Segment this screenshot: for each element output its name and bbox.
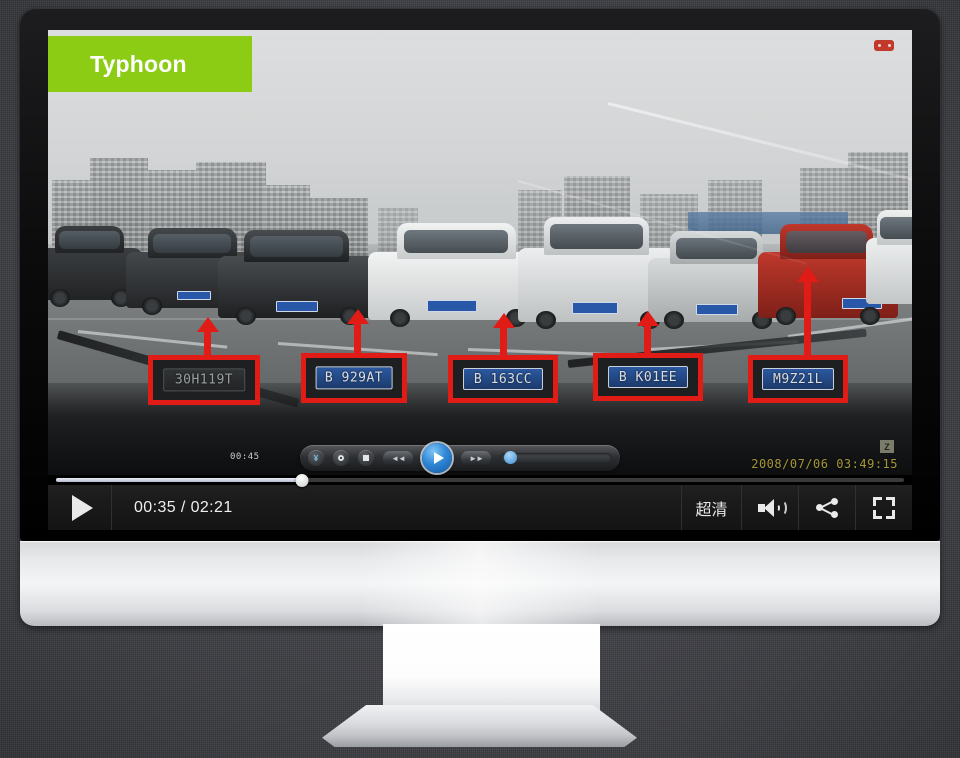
chin-gloss [360, 541, 600, 626]
fullscreen-icon [873, 496, 895, 519]
monitor: Typhoon 30H119T B 929AT B 163CC B K01EE … [20, 8, 940, 541]
plate-callout-box-3: B 163CC [448, 355, 558, 403]
dashcam-logo-icon: Z [880, 440, 894, 453]
dash-rewind-button[interactable]: ◄◄ [383, 450, 413, 466]
car-license-plate [275, 301, 318, 312]
parked-van [866, 210, 912, 304]
car-wheel [50, 289, 70, 307]
monitor-screen: Typhoon 30H119T B 929AT B 163CC B K01EE … [48, 30, 912, 530]
progress-bar[interactable] [48, 474, 912, 487]
car-window [153, 234, 232, 254]
fullscreen-button[interactable] [855, 485, 912, 530]
plate-callout-text-1: 30H119T [163, 368, 245, 392]
progress-track[interactable] [56, 474, 904, 487]
plate-callout-box-1: 30H119T [148, 355, 260, 405]
monitor-stand-base [322, 705, 637, 747]
share-icon [816, 497, 838, 518]
dash-play-button[interactable] [422, 443, 452, 473]
control-row: 00:35 / 02:21 超清 [48, 485, 912, 530]
plate-callout-text-5: M9Z21L [762, 367, 834, 391]
car-window [880, 216, 912, 240]
time-display: 00:35 / 02:21 [134, 498, 233, 516]
progress-fill [56, 478, 302, 482]
typhoon-banner-label: Typhoon [90, 50, 187, 77]
car-license-plate [695, 304, 738, 315]
plate-callout-box-4: B K01EE [593, 353, 703, 401]
share-button[interactable] [798, 485, 855, 530]
car-window [404, 230, 509, 254]
monitor-chin [20, 541, 940, 626]
dash-stop-button[interactable] [358, 450, 374, 466]
player-control-bar: 00:35 / 02:21 超清 [48, 474, 912, 530]
car-window [676, 237, 758, 260]
dash-forward-button[interactable]: ►► [461, 450, 491, 466]
car-license-plate [427, 300, 478, 312]
monitor-stand-neck [383, 624, 600, 719]
car-wheel [860, 307, 880, 325]
car-wheel [390, 309, 410, 327]
dashcam-player-widget[interactable]: 00:45 ¥ ◄◄ ►► [230, 443, 620, 473]
dashcam-elapsed-time: 00:45 [230, 452, 260, 462]
car-window [250, 236, 343, 258]
play-button[interactable] [48, 485, 112, 530]
car-wheel [142, 297, 162, 315]
car-license-plate [572, 302, 619, 314]
dash-record-button[interactable] [333, 450, 349, 466]
video-viewport[interactable]: Typhoon 30H119T B 929AT B 163CC B K01EE … [48, 30, 912, 475]
dash-volume-slider[interactable] [500, 450, 612, 464]
plate-callout-box-5: M9Z21L [748, 355, 848, 403]
car-license-plate [177, 291, 212, 300]
car-wheel [664, 311, 684, 329]
car-window [550, 224, 643, 250]
quality-button[interactable]: 超清 [681, 485, 741, 530]
typhoon-banner: Typhoon [48, 36, 252, 92]
car-wheel [776, 307, 796, 325]
car-wheel [536, 311, 556, 329]
plate-callout-text-2: B 929AT [315, 366, 393, 390]
plate-callout-box-2: B 929AT [301, 353, 407, 403]
dash-volume-knob[interactable] [504, 450, 517, 464]
plate-callout-text-4: B K01EE [608, 365, 688, 389]
quality-label: 超清 [695, 501, 728, 519]
car-window [59, 231, 120, 250]
dashcam-timestamp: 2008/07/06 03:49:15 [751, 457, 898, 471]
record-badge-icon [874, 40, 894, 51]
dash-capture-button[interactable]: ¥ [308, 450, 324, 466]
play-icon [71, 494, 93, 521]
car-wheel [236, 307, 256, 325]
car-window [786, 230, 868, 254]
volume-button[interactable] [741, 485, 798, 530]
volume-icon [758, 498, 787, 517]
plate-callout-text-3: B 163CC [463, 367, 543, 391]
